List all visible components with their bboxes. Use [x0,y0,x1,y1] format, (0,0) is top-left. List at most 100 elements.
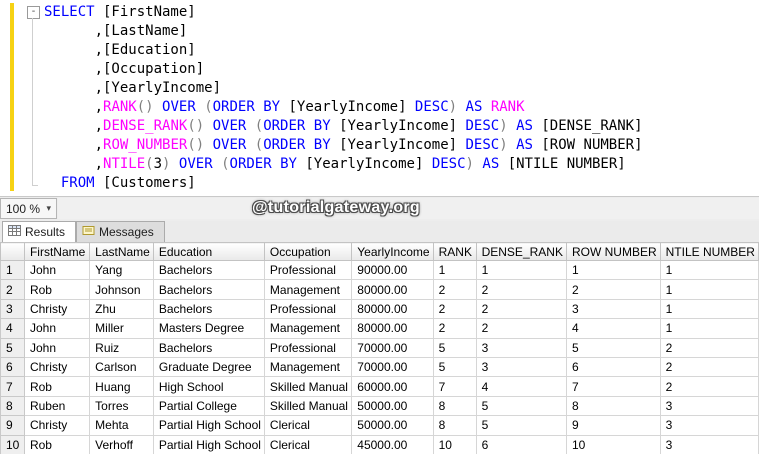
grid-cell[interactable]: Clerical [263,415,353,436]
grid-cell[interactable]: Masters Degree [152,318,265,339]
grid-cell[interactable]: Miller [89,318,154,339]
grid-cell[interactable]: 80000.00 [351,318,434,339]
grid-cell[interactable]: 2 [475,298,567,320]
grid-cell[interactable]: John [23,318,91,339]
grid-cell[interactable]: Partial High School [152,415,265,436]
grid-cell[interactable]: High School [152,376,265,397]
row-number[interactable]: 3 [0,298,25,320]
grid-cell[interactable]: 8 [432,415,477,436]
grid-cell[interactable]: Professional [263,337,353,358]
tab-results[interactable]: Results [2,221,77,242]
row-number[interactable]: 8 [0,395,25,417]
grid-cell[interactable]: Verhoff [89,434,154,454]
grid-cell[interactable]: 4 [565,318,661,339]
grid-cell[interactable]: 1 [659,279,759,300]
grid-cell[interactable]: 2 [432,318,477,339]
grid-cell[interactable]: 2 [475,318,567,339]
grid-cell[interactable]: 1 [565,259,661,281]
row-number[interactable]: 7 [0,376,25,397]
grid-cell[interactable]: Rob [23,279,91,300]
zoom-selector[interactable]: 100 % ▾ [0,198,57,219]
row-number[interactable]: 9 [0,415,25,436]
grid-cell[interactable]: Bachelors [152,298,265,320]
grid-cell[interactable]: 2 [565,279,661,300]
sql-editor[interactable]: - SELECT [FirstName] ,[LastName] ,[Educa… [0,0,759,196]
grid-cell[interactable]: Bachelors [152,337,265,358]
grid-cell[interactable]: Professional [263,298,353,320]
grid-cell[interactable]: Ruiz [89,337,154,358]
column-header[interactable]: DENSE_RANK [475,242,567,261]
grid-cell[interactable]: Management [263,318,353,339]
grid-cell[interactable]: 3 [475,356,567,378]
grid-cell[interactable]: Professional [263,259,353,281]
grid-cell[interactable]: Graduate Degree [152,356,265,378]
grid-cell[interactable]: Partial College [152,395,265,417]
grid-cell[interactable]: Rob [23,376,91,397]
column-header[interactable]: Occupation [263,242,353,261]
grid-cell[interactable]: 2 [659,376,759,397]
grid-cell[interactable]: Management [263,279,353,300]
column-header[interactable]: YearlyIncome [351,242,434,261]
grid-cell[interactable]: 5 [565,337,661,358]
grid-cell[interactable]: 80000.00 [351,298,434,320]
grid-cell[interactable]: Management [263,356,353,378]
code-line[interactable]: ,[YearlyIncome] [44,79,759,98]
tab-messages[interactable]: Messages [76,221,165,242]
row-number[interactable]: 1 [0,259,25,281]
grid-cell[interactable]: 5 [475,415,567,436]
column-header[interactable]: RANK [432,242,477,261]
grid-cell[interactable]: 2 [659,356,759,378]
grid-cell[interactable]: 1 [659,259,759,281]
grid-cell[interactable]: 4 [475,376,567,397]
grid-cell[interactable]: 5 [432,356,477,378]
grid-cell[interactable]: Skilled Manual [263,395,353,417]
grid-cell[interactable]: 3 [565,298,661,320]
code-line[interactable]: ,DENSE_RANK() OVER (ORDER BY [YearlyInco… [44,117,759,136]
grid-cell[interactable]: 8 [432,395,477,417]
grid-cell[interactable]: 50000.00 [351,415,434,436]
column-header[interactable]: FirstName [23,242,91,261]
grid-cell[interactable]: Huang [89,376,154,397]
grid-cell[interactable]: Christy [23,415,91,436]
grid-cell[interactable]: Ruben [23,395,91,417]
grid-cell[interactable]: 3 [659,434,759,454]
grid-cell[interactable]: 10 [565,434,661,454]
grid-cell[interactable]: Skilled Manual [263,376,353,397]
grid-cell[interactable]: 5 [432,337,477,358]
code-area[interactable]: SELECT [FirstName] ,[LastName] ,[Educati… [44,3,759,196]
column-header[interactable]: ROW NUMBER [565,242,661,261]
grid-cell[interactable]: 7 [565,376,661,397]
grid-cell[interactable]: Yang [89,259,154,281]
row-number[interactable]: 4 [0,318,25,339]
code-line[interactable]: FROM [Customers] [44,174,759,193]
grid-cell[interactable]: 1 [432,259,477,281]
grid-cell[interactable]: John [23,259,91,281]
grid-cell[interactable]: 60000.00 [351,376,434,397]
grid-cell[interactable]: 2 [659,337,759,358]
grid-cell[interactable]: 80000.00 [351,279,434,300]
grid-cell[interactable]: 70000.00 [351,356,434,378]
grid-cell[interactable]: 2 [475,279,567,300]
grid-cell[interactable]: Torres [89,395,154,417]
grid-cell[interactable]: 90000.00 [351,259,434,281]
grid-cell[interactable]: 3 [659,395,759,417]
code-line[interactable]: SELECT [FirstName] [44,3,759,22]
grid-cell[interactable]: Carlson [89,356,154,378]
grid-cell[interactable]: 70000.00 [351,337,434,358]
row-number[interactable]: 10 [0,434,25,454]
grid-cell[interactable]: 50000.00 [351,395,434,417]
row-number[interactable]: 5 [0,337,25,358]
grid-cell[interactable]: Clerical [263,434,353,454]
grid-cell[interactable]: John [23,337,91,358]
grid-cell[interactable]: 2 [432,279,477,300]
code-line[interactable]: ,RANK() OVER (ORDER BY [YearlyIncome] DE… [44,98,759,117]
grid-cell[interactable]: 10 [432,434,477,454]
grid-cell[interactable]: 2 [432,298,477,320]
grid-cell[interactable]: 7 [432,376,477,397]
grid-cell[interactable]: Bachelors [152,279,265,300]
column-header[interactable]: NTILE NUMBER [659,242,759,261]
code-line[interactable]: ,[LastName] [44,22,759,41]
row-number[interactable]: 2 [0,279,25,300]
grid-cell[interactable]: Zhu [89,298,154,320]
column-header[interactable]: LastName [89,242,154,261]
